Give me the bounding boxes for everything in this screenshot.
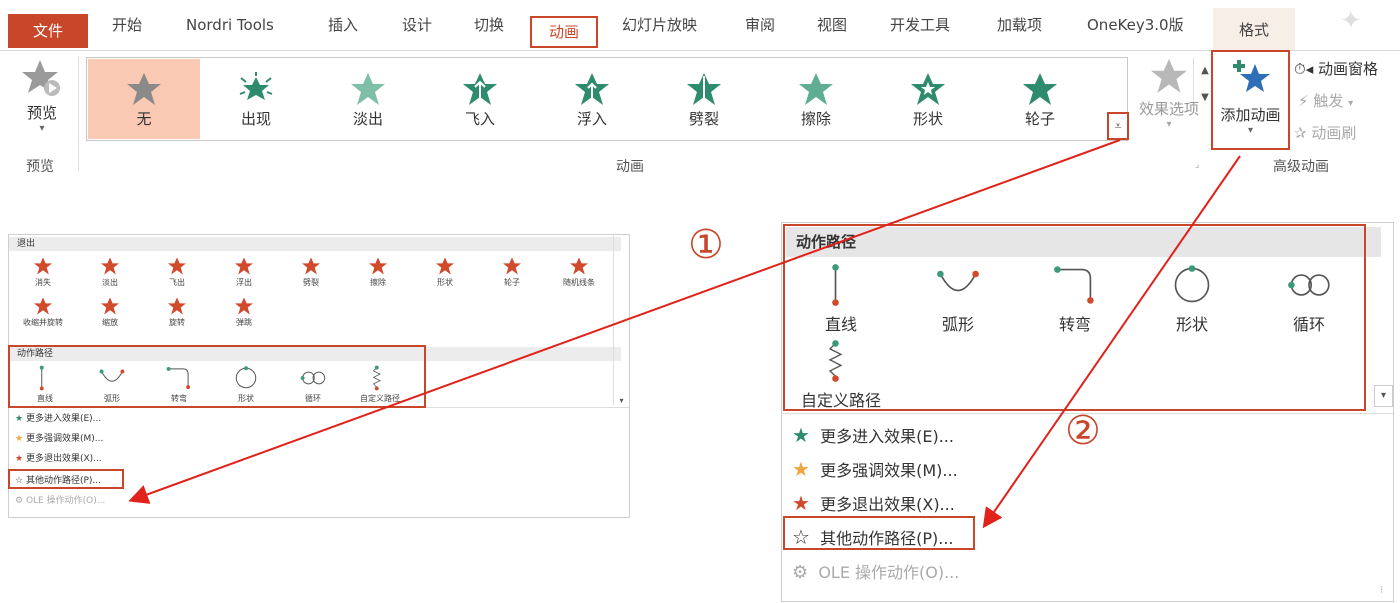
arrow-2 (982, 155, 1241, 529)
arrow-1 (128, 139, 1121, 504)
annotation-arrows (128, 139, 1241, 529)
